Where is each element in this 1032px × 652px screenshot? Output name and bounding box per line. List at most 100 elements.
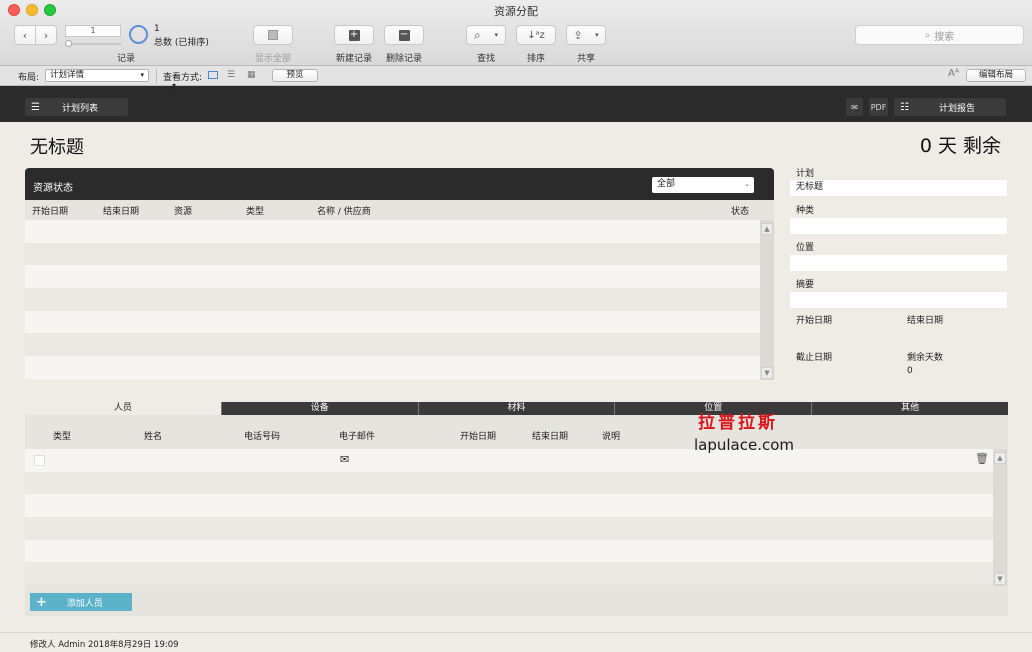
layout-bar: 布局: 计划详情 ▾ 查看方式: ☰ ▦ 预览 Aᴬ 编辑布局 [0,66,1032,86]
people-scrollbar[interactable]: ▲ ▼ [993,449,1007,586]
table-row[interactable] [25,310,760,334]
scroll-down-icon[interactable]: ▼ [761,367,773,379]
scroll-up-icon[interactable]: ▲ [761,223,773,235]
show-all-label: 显示全部 [254,54,291,64]
sort-label: 排序 [526,54,545,64]
search-icon: ⌕ [924,29,931,41]
resource-status-header: 资源状态 全部 ⌄ [25,168,774,200]
table-row[interactable] [25,517,993,540]
minus-icon: − [398,28,410,41]
resource-status-title: 资源状态 [33,183,73,194]
table-row[interactable] [25,562,993,586]
search-input[interactable]: ⌕ 搜索 [855,25,1024,45]
new-record-button[interactable]: + [334,25,374,45]
table-row[interactable] [25,333,760,357]
report-icon: ☷ [900,101,909,113]
table-row[interactable] [25,471,993,495]
trash-icon[interactable]: 🗑 [975,452,989,465]
plus-icon: + [348,28,360,41]
page-title: 无标题 [30,137,84,158]
tab-materials[interactable]: 材料 [417,402,615,415]
next-record-button[interactable]: › [35,25,57,45]
form-view-icon[interactable] [208,71,218,79]
preview-button[interactable]: 预览 [272,69,318,82]
share-icon: ⇪ [573,28,583,42]
chevron-left-icon: ‹ [22,28,28,42]
column-end-date: 结束日期 [532,432,569,442]
plan-report-button[interactable]: ☷ 计划报告 [894,98,1006,116]
column-end-date: 结束日期 [103,207,140,217]
column-email: 电子邮件 [339,432,376,442]
people-list: ✉ 🗑 [25,449,993,586]
status-footer: 修改人 Admin 2018年8月29日 19:09 [0,632,1032,652]
slider-handle[interactable] [65,40,72,47]
table-view-icon[interactable]: ▦ [247,70,256,80]
sort-button[interactable]: ↓ᵃz [516,25,556,45]
share-label: 共享 [576,54,595,64]
tab-people[interactable]: 人员 [25,402,221,415]
progress-ring-icon [129,25,148,44]
record-number-input[interactable]: 1 [65,25,121,37]
table-row[interactable]: ✉ 🗑 [25,449,993,472]
type-checkbox[interactable] [34,455,45,466]
plan-list-label: 计划列表 [61,103,98,114]
resource-tabs: 人员 设备 材料 位置 其他 [25,402,1008,415]
pdf-button[interactable]: PDF [869,98,888,116]
find-button[interactable]: ⌕ ▾ [466,25,506,45]
column-status: 状态 [731,207,750,217]
list-icon: ☰ [31,101,40,113]
show-all-button[interactable] [253,25,293,45]
total-label: 总数 (已排序) [154,38,209,48]
table-row[interactable] [25,265,760,289]
find-label: 查找 [476,54,495,64]
sort-az-icon: ↓ᵃz [527,29,545,41]
chevron-down-icon: ▾ [494,31,499,39]
window-title: 资源分配 [494,5,538,18]
scroll-down-icon[interactable]: ▼ [994,573,1006,585]
email-icon[interactable]: ✉ [846,98,863,116]
start-date-label: 开始日期 [796,316,833,326]
scroll-up-icon[interactable]: ▲ [994,452,1006,464]
location-label: 位置 [796,243,815,253]
window-toolbar: 资源分配 ‹ › 1 1 总数 (已排序) 记录 显示全部 + 新建记录 − 删… [0,0,1032,66]
category-label: 种类 [796,206,815,216]
resource-scrollbar[interactable]: ▲ ▼ [760,220,774,380]
table-row[interactable] [25,220,760,243]
plan-list-button[interactable]: ☰ 计划列表 [25,98,128,116]
column-start-date: 开始日期 [460,432,497,442]
add-person-label: 添加人员 [66,598,103,609]
list-view-icon[interactable]: ☰ [227,70,235,80]
location-field[interactable] [790,255,1007,271]
modified-info: 修改人 Admin 2018年8月29日 19:09 [30,640,179,650]
layout-select[interactable]: 计划详情 ▾ [45,69,149,82]
header-bar: ☰ 计划列表 ✉ PDF ☷ 计划报告 [0,86,1032,122]
column-type: 类型 [246,207,265,217]
end-date-label: 结束日期 [907,316,944,326]
table-row[interactable] [25,494,993,518]
edit-layout-button[interactable]: 编辑布局 [966,69,1026,82]
tab-equipment[interactable]: 设备 [220,402,418,415]
previous-record-button[interactable]: ‹ [14,25,36,45]
show-all-icon [268,30,278,40]
table-row[interactable] [25,288,760,311]
watermark-domain: lapulace.com [694,436,795,454]
category-field[interactable] [790,218,1007,234]
delete-record-button[interactable]: − [384,25,424,45]
resource-filter-select[interactable]: 全部 ⌄ [652,177,754,193]
summary-field[interactable] [790,292,1007,308]
table-row[interactable] [25,242,760,266]
table-row[interactable] [25,356,760,379]
tab-other[interactable]: 其他 [811,402,1008,415]
record-slider[interactable] [65,40,121,47]
column-type: 类型 [53,432,72,442]
add-person-button[interactable]: + 添加人员 [30,593,132,611]
table-row[interactable] [25,539,993,563]
email-icon[interactable]: ✉ [340,453,349,466]
days-remaining: 0 天 剩余 [919,135,1001,157]
share-button[interactable]: ⇪ ▾ [566,25,606,45]
plus-icon: + [36,594,47,610]
watermark-chinese: 拉普拉斯 [698,413,778,433]
plan-field[interactable]: 无标题 [790,180,1007,196]
new-record-label: 新建记录 [335,54,372,64]
text-format-icon[interactable]: Aᴬ [948,68,959,79]
